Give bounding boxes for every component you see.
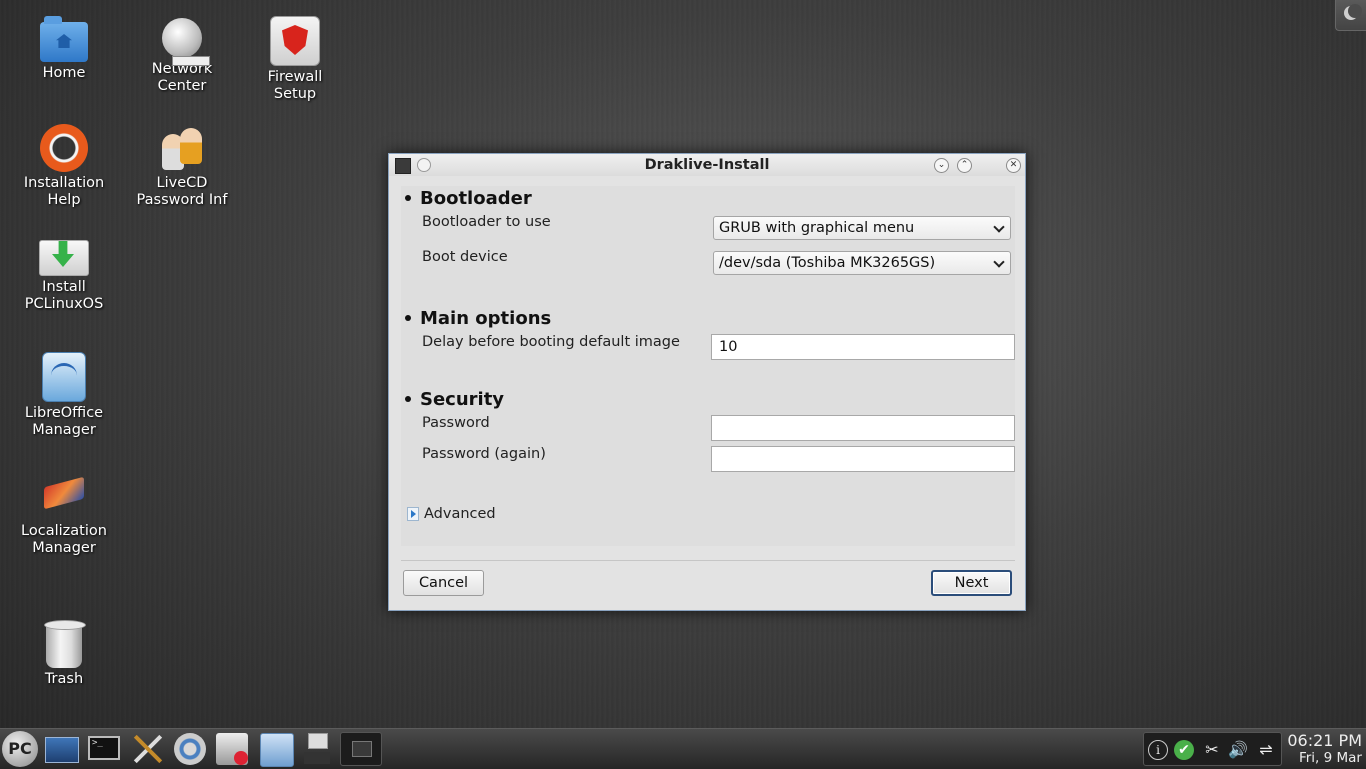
desktop-icon-install-pclinuxos[interactable]: Install PCLinuxOS (9, 232, 119, 313)
password-again-label: Password (again) (422, 446, 546, 462)
clock-date: Fri, 9 Mar (1298, 750, 1362, 766)
network-center-icon (162, 18, 210, 66)
desktop-icon-label: Localization Manager (21, 523, 107, 556)
chevron-down-icon: ⌄ (937, 160, 946, 170)
chevron-up-icon: ⌃ (960, 160, 969, 170)
update-check-icon[interactable]: ✔ (1174, 740, 1194, 760)
chevron-down-icon (993, 221, 1005, 233)
dialog-content: Bootloader Bootloader to use GRUB with g… (401, 186, 1015, 546)
delay-input[interactable]: 10 (711, 334, 1015, 360)
desktop-icon-label: LiveCD Password Inf (136, 175, 228, 208)
section-bootloader-heading: Bootloader (405, 188, 532, 209)
advanced-expander[interactable]: Advanced (407, 506, 496, 522)
desktop-toolbox-button[interactable] (1335, 0, 1366, 31)
desktop-icon-libreoffice-manager[interactable]: LibreOffice Manager (9, 352, 119, 439)
desktop-icon-label: Firewall Setup (267, 69, 323, 102)
system-tray: i ✔ ✂ 🔊 ⇌ (1143, 732, 1282, 766)
desktop-icon-label: LibreOffice Manager (24, 405, 104, 438)
bootloader-select-value: GRUB with graphical menu (719, 220, 915, 236)
bullet-icon (405, 314, 411, 321)
taskbar-window-draklive-install[interactable] (340, 732, 382, 766)
draklive-install-dialog: Draklive-Install ⌄ ⌃ ✕ Bootloader Bootlo… (388, 153, 1026, 611)
dialog-titlebar[interactable]: Draklive-Install ⌄ ⌃ ✕ (389, 154, 1025, 176)
dialog-title: Draklive-Install (644, 157, 770, 173)
advanced-label: Advanced (424, 506, 496, 522)
show-desktop-icon[interactable] (45, 737, 79, 763)
volume-icon[interactable]: 🔊 (1228, 740, 1248, 760)
expand-arrow-icon (407, 507, 419, 521)
clock[interactable]: 06:21 PM Fri, 9 Mar (1287, 731, 1362, 767)
firewall-shield-icon (270, 16, 320, 66)
libreoffice-icon (42, 352, 86, 402)
home-folder-icon (40, 16, 88, 62)
boot-device-select-value: /dev/sda (Toshiba MK3265GS) (719, 255, 936, 271)
install-drive-icon (39, 240, 89, 276)
clipboard-scissors-icon[interactable]: ✂ (1202, 740, 1222, 760)
password-input[interactable] (711, 415, 1015, 441)
taskbar: PC >_ i ✔ ✂ 🔊 ⇌ 06:21 PM Fri, 9 Mar (0, 728, 1366, 769)
network-icon[interactable]: ⇌ (1256, 740, 1276, 760)
lifebuoy-icon (40, 124, 88, 172)
boot-device-select[interactable]: /dev/sda (Toshiba MK3265GS) (713, 251, 1011, 275)
terminal-icon[interactable]: >_ (88, 736, 120, 760)
desktop-icon-network-center[interactable]: Network Center (127, 18, 237, 95)
bullet-icon (405, 395, 411, 402)
desktop-icon-trash[interactable]: Trash (9, 620, 119, 688)
password-label: Password (422, 415, 490, 431)
password-again-input[interactable] (711, 446, 1015, 472)
desktop-icon-label: Home (42, 65, 86, 81)
close-button[interactable]: ✕ (1006, 158, 1021, 173)
trash-icon (44, 620, 86, 668)
desktop-icon-firewall-setup[interactable]: Firewall Setup (240, 16, 350, 103)
desktop-icon-installation-help[interactable]: Installation Help (9, 124, 119, 209)
localization-icon (40, 472, 88, 520)
users-icon (158, 124, 206, 172)
bullet-icon (405, 194, 411, 201)
button-separator (401, 560, 1015, 561)
file-manager-icon[interactable] (260, 733, 294, 767)
tools-icon[interactable] (131, 733, 163, 765)
desktop-icon-home[interactable]: Home (9, 16, 119, 82)
desktop-icon-label: Network Center (151, 61, 213, 94)
moon-icon (1344, 4, 1362, 20)
desktop-icon-label: Install PCLinuxOS (24, 279, 104, 312)
bootloader-select[interactable]: GRUB with graphical menu (713, 216, 1011, 240)
section-security-heading: Security (405, 389, 504, 410)
desktop-icon-label: Trash (44, 671, 84, 687)
delay-label: Delay before booting default image (422, 334, 680, 350)
close-icon: ✕ (1009, 160, 1018, 170)
section-main-options-heading: Main options (405, 308, 551, 329)
package-manager-icon[interactable] (216, 733, 248, 765)
desktop-icon-livecd-password[interactable]: LiveCD Password Inf (127, 124, 237, 209)
chevron-down-icon (993, 256, 1005, 268)
bootloader-to-use-label: Bootloader to use (422, 214, 551, 230)
minimize-button[interactable]: ⌄ (934, 158, 949, 173)
info-icon[interactable]: i (1148, 740, 1168, 760)
boot-device-label: Boot device (422, 249, 508, 265)
application-menu-button[interactable]: PC (2, 731, 38, 767)
desktop-icon-label: Installation Help (23, 175, 105, 208)
maximize-button[interactable]: ⌃ (957, 158, 972, 173)
clock-time: 06:21 PM (1287, 731, 1362, 750)
cancel-button[interactable]: Cancel (403, 570, 484, 596)
next-button[interactable]: Next (931, 570, 1012, 596)
desktop-icon-localization-manager[interactable]: Localization Manager (9, 472, 119, 557)
control-center-icon[interactable] (174, 733, 206, 765)
desktop-pager-icon[interactable] (302, 733, 332, 765)
